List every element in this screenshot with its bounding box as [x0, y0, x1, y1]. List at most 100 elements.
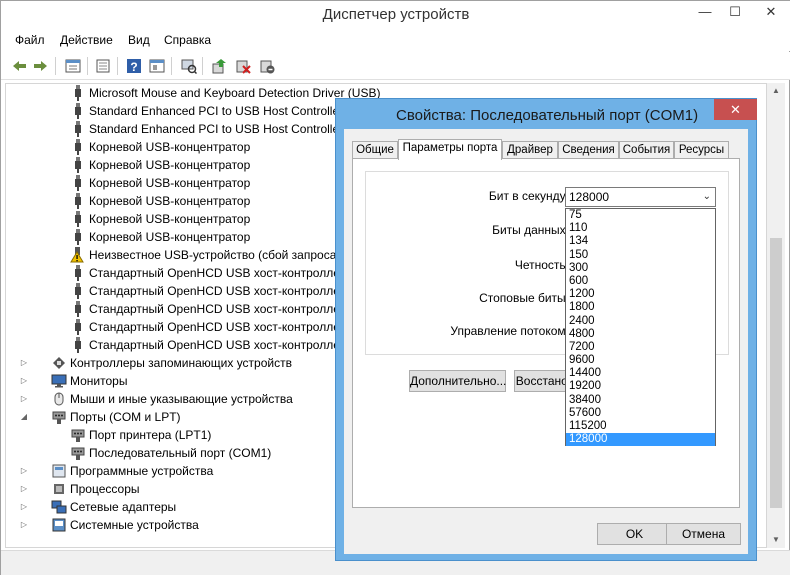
baud-rate-option[interactable]: 7200	[566, 341, 715, 354]
expand-icon[interactable]: ▷	[19, 520, 29, 530]
system-icon	[51, 517, 67, 533]
expand-icon[interactable]: ▷	[19, 466, 29, 476]
scroll-thumb[interactable]	[770, 238, 782, 508]
tree-item-usb-device[interactable]: Стандартный OpenHCD USB хост-контроллер	[70, 318, 347, 336]
uninstall-icon[interactable]	[233, 56, 253, 76]
tree-category[interactable]: ▷ Контроллеры запоминающих устройств	[21, 354, 292, 372]
menu-view[interactable]: Вид	[128, 33, 150, 47]
baud-rate-option[interactable]: 4800	[566, 328, 715, 341]
menu-action[interactable]: Действие	[60, 33, 113, 47]
vertical-scrollbar[interactable]: ▲ ▼	[767, 83, 785, 548]
expand-icon[interactable]: ▷	[19, 502, 29, 512]
flow-control-label: Управление потоком:	[450, 324, 569, 338]
tree-item-usb-device[interactable]: Корневой USB-концентратор	[70, 210, 250, 228]
baud-rate-option[interactable]: 115200	[566, 420, 715, 433]
tree-item-usb-device[interactable]: Корневой USB-концентратор	[70, 192, 250, 210]
tree-item-usb-device[interactable]: Неизвестное USB-устройство (сбой запроса…	[70, 246, 347, 264]
back-icon[interactable]	[9, 56, 29, 76]
menu-help[interactable]: Справка	[164, 33, 211, 47]
baud-rate-option[interactable]: 134	[566, 235, 715, 248]
expand-icon[interactable]: ▷	[19, 394, 29, 404]
cancel-button[interactable]: Отмена	[666, 523, 741, 545]
tree-category[interactable]: ▷ Сетевые адаптеры	[21, 498, 176, 516]
tree-category[interactable]: ▷ Мониторы	[21, 372, 128, 390]
advanced-button[interactable]: Дополнительно...	[409, 370, 506, 392]
tree-item-usb-device[interactable]: Корневой USB-концентратор	[70, 156, 250, 174]
tree-item-usb-device[interactable]: Microsoft Mouse and Keyboard Detection D…	[70, 84, 380, 102]
help-icon[interactable]: ?	[124, 56, 144, 76]
baud-rate-dropdown[interactable]: 75 110 134 150 300 600 1200 1800 2400 4800 7200 960…	[565, 208, 716, 447]
collapse-icon[interactable]: ◢	[19, 412, 29, 422]
baud-rate-option[interactable]: 14400	[566, 367, 715, 380]
ok-button[interactable]: OK	[597, 523, 672, 545]
tree-item-port[interactable]: Последовательный порт (COM1)	[70, 444, 271, 462]
baud-rate-option[interactable]: 110	[566, 222, 715, 235]
tree-item-usb-device[interactable]: Стандартный OpenHCD USB хост-контроллер	[70, 300, 347, 318]
baud-rate-option[interactable]: 9600	[566, 354, 715, 367]
tree-item-usb-device[interactable]: Корневой USB-концентратор	[70, 138, 250, 156]
tree-item-usb-device[interactable]: Стандартный OpenHCD USB хост-контроллер	[70, 336, 347, 354]
tree-item-usb-device[interactable]: Корневой USB-концентратор	[70, 228, 250, 246]
expand-icon[interactable]: ▷	[19, 376, 29, 386]
baud-rate-option[interactable]: 2400	[566, 315, 715, 328]
scroll-up-icon[interactable]: ▲	[767, 83, 785, 99]
dialog-close-button[interactable]: ✕	[714, 99, 757, 120]
toolbar-separator	[87, 57, 88, 75]
baud-rate-option[interactable]: 19200	[566, 380, 715, 393]
expand-icon[interactable]: ▷	[19, 358, 29, 368]
minimize-button[interactable]: —	[691, 1, 719, 23]
baud-rate-option[interactable]: 57600	[566, 407, 715, 420]
expand-icon[interactable]: ▷	[19, 484, 29, 494]
storage-icon	[51, 355, 67, 371]
usb-icon	[70, 157, 86, 173]
baud-rate-select[interactable]: 128000 ⌄	[565, 187, 716, 207]
tab-details[interactable]: Сведения	[558, 141, 619, 159]
scroll-down-icon[interactable]: ▼	[767, 532, 785, 548]
menu-file[interactable]: Файл	[15, 33, 45, 47]
tab-general[interactable]: Общие	[352, 141, 398, 159]
tree-category[interactable]: ▷ Программные устройства	[21, 462, 214, 480]
update-driver-icon[interactable]	[209, 56, 229, 76]
baud-rate-label: Бит в секунду:	[488, 189, 569, 203]
tree-item-usb-device[interactable]: Корневой USB-концентратор	[70, 174, 250, 192]
usb-icon	[70, 319, 86, 335]
properties-icon[interactable]	[63, 56, 83, 76]
toolbar: ?	[1, 52, 790, 80]
scan-hardware-icon[interactable]	[179, 56, 199, 76]
chevron-down-icon: ⌄	[702, 191, 711, 202]
tab-driver[interactable]: Драйвер	[502, 141, 558, 159]
tree-item-usb-device[interactable]: Standard Enhanced PCI to USB Host Contro…	[70, 120, 343, 138]
maximize-button[interactable]: ☐	[721, 1, 749, 23]
forward-icon[interactable]	[31, 56, 51, 76]
dialog-title: Свойства: Последовательный порт (COM1)	[396, 107, 699, 124]
tree-category[interactable]: ▷ Процессоры	[21, 480, 140, 498]
view-icon[interactable]	[93, 56, 113, 76]
tree-category[interactable]: ◢ Порты (COM и LPT)	[21, 408, 181, 426]
tree-item-label: Программные устройства	[70, 464, 214, 478]
tree-category[interactable]: ▷ Системные устройства	[21, 516, 199, 534]
tree-category[interactable]: ▷ Мыши и иные указывающие устройства	[21, 390, 293, 408]
baud-rate-option[interactable]: 128000	[566, 433, 715, 447]
tree-item-usb-device[interactable]: Стандартный OpenHCD USB хост-контроллер	[70, 282, 347, 300]
tree-item-port[interactable]: Порт принтера (LPT1)	[70, 426, 211, 444]
tab-port-settings[interactable]: Параметры порта	[398, 139, 502, 160]
tree-item-usb-device[interactable]: Standard Enhanced PCI to USB Host Contro…	[70, 102, 343, 120]
toolbar-separator	[171, 57, 172, 75]
baud-rate-option[interactable]: 75	[566, 209, 715, 222]
tree-item-label: Порт принтера (LPT1)	[89, 428, 212, 442]
tab-events[interactable]: События	[619, 141, 674, 159]
baud-rate-option[interactable]: 1200	[566, 288, 715, 301]
resources-icon[interactable]	[147, 56, 167, 76]
toolbar-separator	[55, 57, 56, 75]
tree-item-usb-device[interactable]: Стандартный OpenHCD USB хост-контроллер	[70, 264, 347, 282]
close-button[interactable]: ✕	[751, 1, 790, 23]
baud-rate-option[interactable]: 150	[566, 249, 715, 262]
baud-rate-option[interactable]: 38400	[566, 394, 715, 407]
baud-rate-option[interactable]: 1800	[566, 301, 715, 314]
baud-rate-option[interactable]: 300	[566, 262, 715, 275]
baud-rate-option[interactable]: 600	[566, 275, 715, 288]
tab-resources[interactable]: Ресурсы	[674, 141, 729, 159]
monitor-icon	[51, 373, 67, 389]
disable-icon[interactable]	[257, 56, 277, 76]
stop-bits-label: Стоповые биты:	[479, 291, 569, 305]
